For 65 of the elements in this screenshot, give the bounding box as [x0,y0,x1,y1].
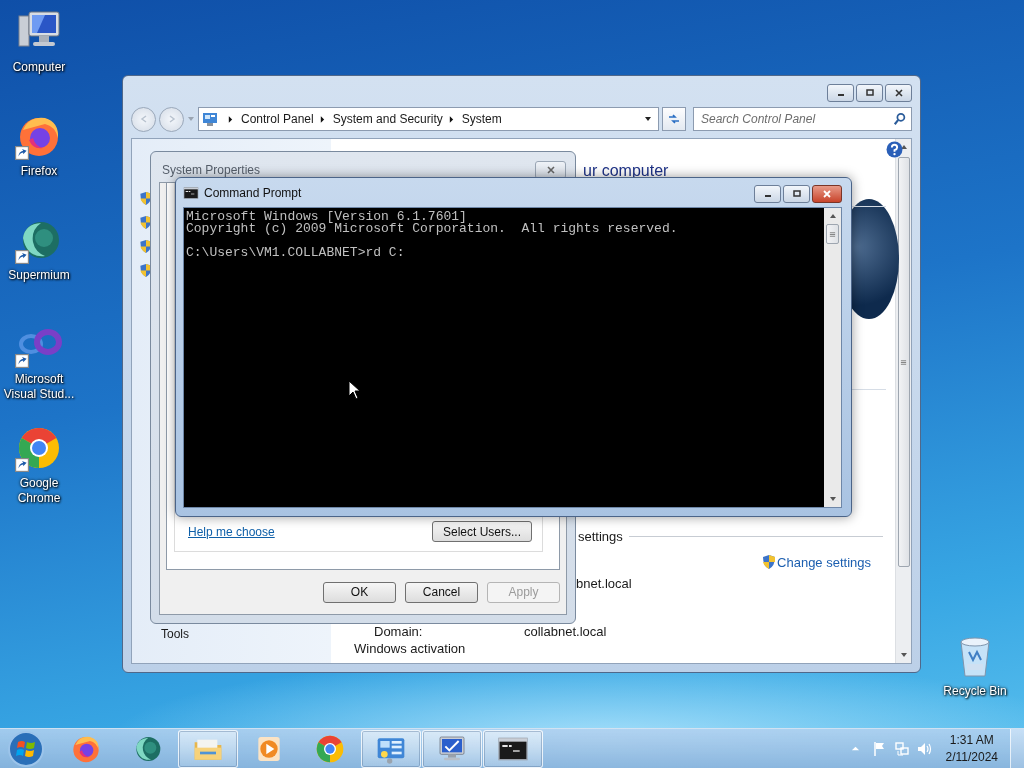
scroll-down-icon[interactable] [899,651,908,659]
clock-date[interactable]: 2/11/2024 [945,748,998,766]
separator-arrow-icon[interactable] [228,115,233,123]
breadcrumb-item[interactable]: System [461,112,502,126]
scrollbar[interactable] [895,139,911,663]
field-label: Domain: [374,624,424,639]
help-icon[interactable] [886,141,903,158]
grip-icon [900,358,907,366]
search-input[interactable]: Search Control Panel [701,112,893,126]
close-icon [822,189,832,199]
scrollbar[interactable] [824,208,841,507]
refresh-button[interactable] [662,107,686,131]
search-icon[interactable] [893,112,907,126]
desktop-icon-label[interactable]: Supermium [0,268,78,283]
scroll-thumb[interactable] [826,224,839,244]
maximize-icon [864,88,875,98]
desktop-icon-label[interactable]: Firefox [0,164,78,179]
section-heading: Windows activation [354,641,466,656]
dialog-button[interactable]: Cancel [405,581,478,603]
start-button[interactable] [6,728,46,768]
minimize-button[interactable] [754,185,781,203]
separator-arrow-icon[interactable] [448,115,454,123]
minimize-button[interactable] [827,84,854,102]
navigation-link[interactable]: Tools [139,627,331,642]
console-icon [183,184,199,201]
maximize-icon [791,189,802,199]
page-heading: ur computer [583,162,669,180]
address-bar[interactable]: Control Panel System and Security System [198,107,659,131]
console-prompt-line: C:\Users\VM1.COLLABNET>rd C: [186,247,405,259]
clock-time[interactable]: 1:31 AM [949,731,994,749]
scroll-thumb[interactable] [897,157,910,567]
field-value: bnet.local [576,576,632,591]
scroll-up-icon[interactable] [899,143,908,151]
dialog-button[interactable]: OK [323,581,396,603]
scroll-up-icon[interactable] [828,212,837,220]
console-output-line: Copyright (c) 2009 Microsoft Corporation. All rights reserved. [186,223,678,235]
maximize-button[interactable] [856,84,883,102]
search-field[interactable]: Search Control Panel [693,107,912,131]
maximize-button[interactable] [783,185,810,203]
window-title: Command Prompt [204,185,302,200]
window-title: System Properties [161,163,261,177]
dropdown-arrow-icon[interactable] [644,115,652,123]
select-users-button[interactable]: Select Users... [431,521,532,542]
help-me-choose-link[interactable]: Help me choose [188,524,275,539]
section-heading: settings [578,529,623,544]
scroll-down-icon[interactable] [828,495,837,503]
shield-icon [762,554,777,570]
breadcrumb-item[interactable]: Control Panel [241,112,314,126]
grip-icon [829,230,836,238]
control-panel-icon [202,111,218,127]
desktop-icon-label[interactable]: Microsoft Visual Stud... [0,372,78,402]
desktop-icon-label[interactable]: Computer [0,60,78,75]
change-settings-link[interactable]: Change settings [762,554,871,570]
field-value: collabnet.local [524,624,607,639]
console-output-line: Microsoft Windows [Version 6.1.7601] [186,211,467,223]
breadcrumb-item[interactable]: System and Security [332,112,443,126]
close-icon [893,88,904,98]
desktop-icon-label[interactable]: Google Chrome [0,476,78,506]
close-icon [545,165,556,175]
separator-arrow-icon[interactable] [319,115,325,123]
taskbar-button[interactable] [483,729,543,768]
console-area[interactable]: Microsoft Windows [Version 6.1.7601] Copyright (c) 2009 Microsoft Corporation. All rights reserved. C:\Users\VM1.COLLABNET>rd C: [184,208,824,507]
close-button[interactable] [885,84,912,102]
close-button[interactable] [812,185,842,203]
mouse-cursor-icon [348,380,360,400]
